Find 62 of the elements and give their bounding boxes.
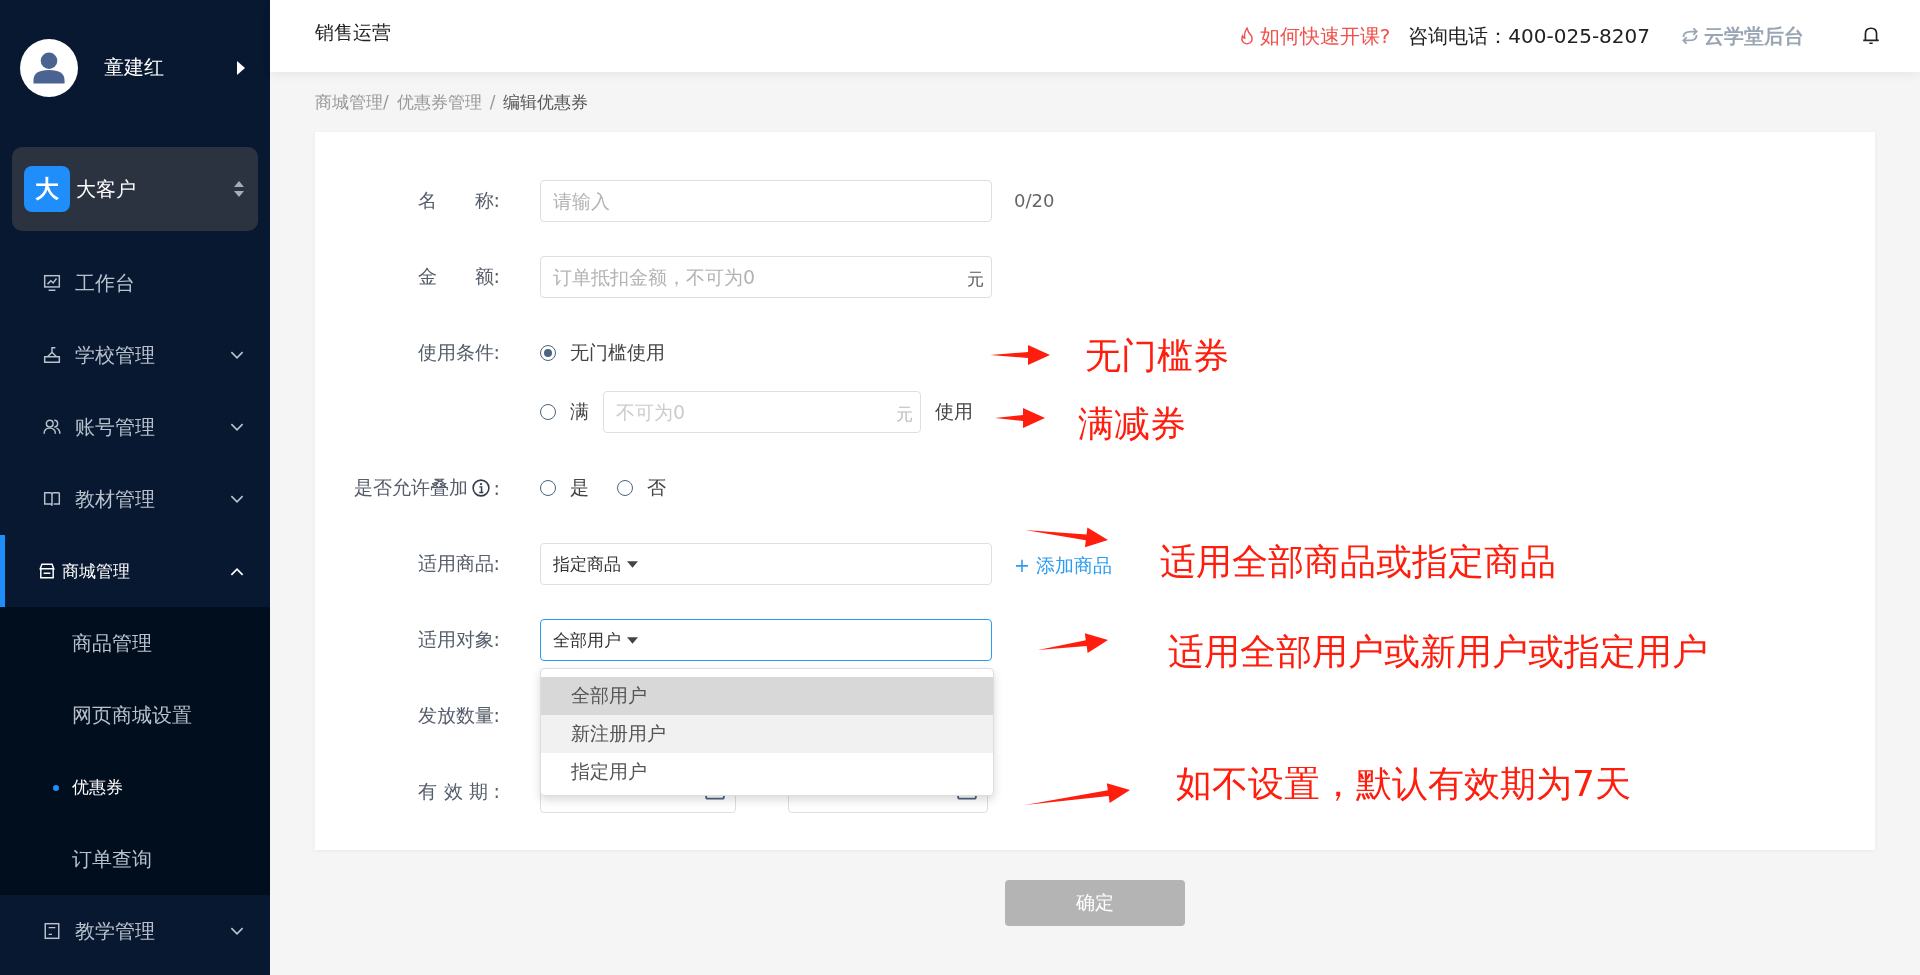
option-label: 是 (570, 475, 589, 500)
field-label: 发放数量: (417, 703, 500, 728)
info-icon[interactable] (471, 479, 490, 497)
field-label: 名 称: (417, 188, 500, 213)
annotation-text: 满减券 (1078, 402, 1186, 446)
caret-icon (627, 560, 638, 568)
field-label: 有 效 期 : (418, 779, 500, 804)
annotation-text: 适用全部商品或指定商品 (1160, 540, 1556, 584)
dropdown-option[interactable]: 新注册用户 (541, 715, 993, 753)
help-link[interactable]: 如何快速开课? (1239, 22, 1391, 50)
submenu-item[interactable]: 商品管理 (0, 607, 270, 679)
field-label: 是否允许叠加 (353, 475, 468, 500)
menu-item[interactable]: 教学管理 (0, 895, 270, 967)
user-name: 童建红 (104, 54, 165, 81)
dropdown-option[interactable]: 全部用户 (541, 677, 993, 715)
refresh-icon (1680, 28, 1700, 44)
breadcrumb-separator: / (489, 92, 496, 112)
menu-item[interactable]: 教材管理 (0, 463, 270, 535)
submenu-item[interactable]: 订单查询 (0, 823, 270, 895)
field-label: 适用对象: (417, 627, 500, 652)
page-title: 销售运营 (315, 20, 392, 45)
option-label: 无门槛使用 (570, 340, 665, 365)
option-label: 否 (647, 475, 666, 500)
field-label: 使用条件: (417, 340, 500, 365)
chart-icon (43, 274, 61, 292)
input-field[interactable]: 请输入 (540, 180, 992, 222)
option-label: 使用 (935, 399, 973, 424)
dropdown-option[interactable]: 指定用户 (541, 753, 993, 791)
option-label: 满 (570, 399, 589, 424)
menu-item[interactable]: 工作台 (0, 247, 270, 319)
submenu-item[interactable]: 优惠券 (0, 751, 270, 823)
org-name: 大客户 (76, 175, 137, 203)
label-colon: : (493, 477, 500, 499)
annotation-text: 如不设置，默认有效期为7天 (1176, 762, 1631, 806)
char-counter: 0/20 (1014, 190, 1055, 211)
menu-item[interactable]: 学校管理 (0, 319, 270, 391)
field-label: 适用商品: (417, 551, 500, 576)
org-switcher[interactable]: 大 大客户 (12, 147, 258, 231)
flame-icon (1239, 27, 1254, 45)
unit-label: 元 (967, 268, 984, 291)
annotation-text: 适用全部用户或新用户或指定用户 (1168, 630, 1708, 674)
store-icon (38, 562, 56, 580)
caret-icon[interactable] (236, 60, 246, 75)
select-field[interactable]: 全部用户 (540, 619, 992, 661)
field-label: 金 额: (417, 264, 500, 289)
avatar-icon[interactable] (20, 38, 78, 97)
submenu-item[interactable]: 网页商城设置 (0, 679, 270, 751)
menu-item[interactable]: 账号管理 (0, 391, 270, 463)
sort-icon (234, 181, 244, 197)
hotline-text: 咨询电话：400-025-8207 (1408, 22, 1650, 50)
building-icon (43, 346, 61, 364)
caret-icon (627, 636, 638, 644)
bell-icon[interactable] (1862, 26, 1880, 46)
select-field[interactable]: 指定商品 (540, 543, 992, 585)
unit-label: 元 (896, 403, 913, 426)
org-badge: 大 (24, 166, 70, 212)
breadcrumb-item: 编辑优惠券 (503, 90, 589, 114)
annotation-text: 无门槛券 (1085, 334, 1229, 378)
active-dot (53, 785, 59, 791)
users-icon (43, 418, 61, 436)
board-icon (43, 922, 61, 940)
book-icon (43, 490, 61, 508)
